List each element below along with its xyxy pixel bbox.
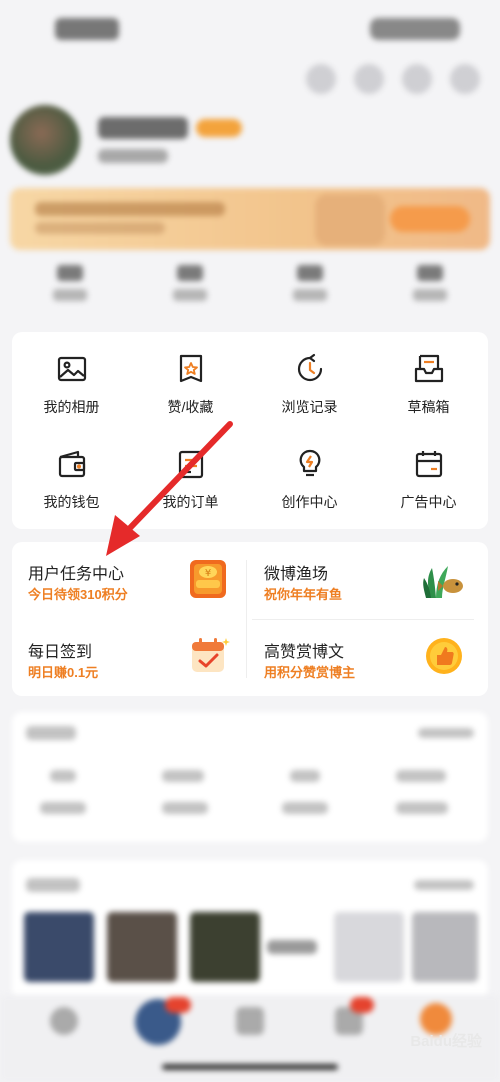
username [98, 117, 188, 139]
grid-item-orders[interactable]: 我的订单 [131, 432, 250, 527]
task-panel: 用户任务中心 今日待领310积分 ¥ 微博渔场 祝你年年有鱼 每日签到 明日赚0… [12, 542, 488, 696]
wallet-icon [58, 450, 85, 477]
tab-home[interactable] [50, 1007, 78, 1035]
user-task-center[interactable]: 用户任务中心 今日待领310积分 ¥ [12, 542, 240, 618]
weibo-fishery[interactable]: 微博渔场 祝你年年有鱼 [248, 542, 476, 618]
vip-badge[interactable] [196, 119, 242, 137]
task-subtitle: 用积分赞赏博主 [264, 665, 356, 680]
stat-new[interactable] [410, 265, 450, 325]
grid-item-wallet[interactable]: 我的钱包 [12, 432, 131, 527]
stat-weibo[interactable] [50, 265, 90, 325]
lightbulb-icon [299, 449, 320, 476]
order-list-icon [178, 450, 203, 478]
status-bar [0, 0, 500, 60]
grid-item-likes[interactable]: 赞/收藏 [131, 337, 250, 432]
coin-stack-icon: ¥ [190, 560, 226, 598]
task-title: 高赞赏博文 [264, 644, 345, 661]
user-meta [98, 149, 168, 163]
grid-item-ads[interactable]: 广告中心 [369, 432, 488, 527]
grid-item-label: 我的钱包 [43, 493, 100, 510]
grid-item-label: 我的相册 [43, 398, 100, 415]
status-time [55, 18, 119, 40]
status-icons [370, 18, 460, 40]
task-title: 用户任务中心 [28, 566, 125, 583]
tab-discover[interactable] [236, 1007, 264, 1035]
grid-item-drafts[interactable]: 草稿箱 [369, 337, 488, 432]
friends-icon[interactable] [354, 64, 384, 94]
stat-following[interactable] [170, 265, 210, 325]
task-title: 每日签到 [28, 644, 93, 661]
profile-header[interactable] [10, 105, 490, 185]
home-indicator [162, 1064, 338, 1070]
photo-album-icon [57, 356, 86, 381]
high-reward-post[interactable]: 高赞赏博文 用积分赞赏博主 [248, 620, 476, 696]
function-grid: 我的相册 赞/收藏 浏览记录 草稿箱 我的钱包 我的订单 创作中心 广告中心 [12, 332, 488, 529]
profile-stats [10, 265, 490, 325]
avatar[interactable] [10, 105, 80, 175]
blurred-section-2 [12, 860, 488, 1000]
grid-item-label: 我的订单 [162, 493, 219, 510]
task-subtitle: 今日待领310积分 [28, 587, 128, 602]
blurred-section-1 [12, 712, 488, 842]
grid-item-creator[interactable]: 创作中心 [250, 432, 369, 527]
grid-item-label: 创作中心 [281, 493, 338, 510]
bookmark-star-icon [179, 354, 202, 382]
grid-item-label: 浏览记录 [281, 398, 338, 415]
promo-banner[interactable] [10, 188, 490, 250]
grid-item-album[interactable]: 我的相册 [12, 337, 131, 432]
grid-item-label: 赞/收藏 [167, 398, 214, 415]
calendar-ad-icon [415, 450, 442, 477]
task-divider-horizontal [252, 619, 474, 620]
fish-plant-icon [423, 566, 463, 598]
stat-followers[interactable] [290, 265, 330, 325]
top-action-icons [306, 64, 480, 94]
grid-item-history[interactable]: 浏览记录 [250, 337, 369, 432]
thumb-coin-icon [426, 638, 462, 674]
svg-text:¥: ¥ [205, 568, 211, 579]
settings-icon[interactable] [450, 64, 480, 94]
grid-item-label: 草稿箱 [407, 398, 450, 415]
grid-item-label: 广告中心 [400, 493, 457, 510]
task-subtitle: 祝你年年有鱼 [264, 587, 343, 602]
calendar-check-icon [192, 638, 230, 672]
tab-badge [165, 997, 191, 1013]
task-divider-vertical [246, 560, 247, 678]
history-clock-icon [297, 353, 322, 381]
daily-checkin[interactable]: 每日签到 明日赚0.1元 [12, 620, 240, 696]
add-icon[interactable] [306, 64, 336, 94]
tab-badge [350, 997, 374, 1013]
draft-box-icon [414, 354, 443, 382]
task-title: 微博渔场 [264, 566, 329, 583]
watermark: Baidu经验 [410, 1033, 482, 1050]
task-subtitle: 明日赚0.1元 [28, 665, 99, 680]
scan-icon[interactable] [402, 64, 432, 94]
